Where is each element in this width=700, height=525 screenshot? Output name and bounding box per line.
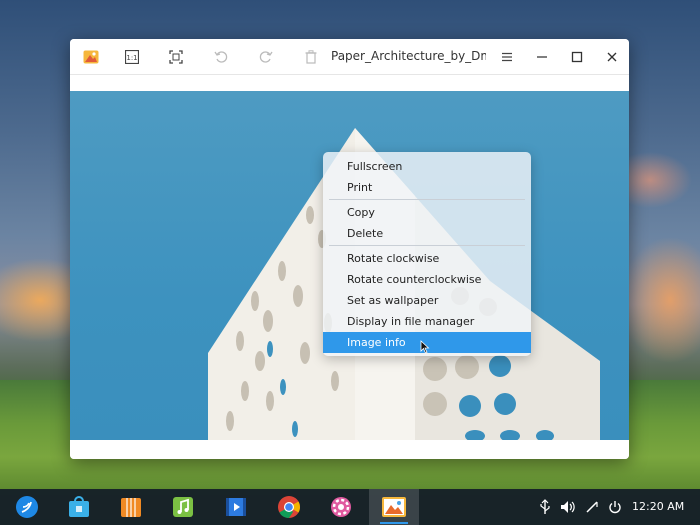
titlebar: 1:1 Paper_Architecture_by_Dmitri_I [70, 39, 629, 75]
canvas-bottom-margin [70, 440, 629, 459]
wifi-icon[interactable] [584, 499, 600, 515]
delete-icon[interactable] [301, 47, 321, 67]
launcher-icon[interactable] [14, 494, 40, 520]
taskbar-clock[interactable]: 12:20 AM [632, 500, 684, 513]
menu-separator [329, 245, 525, 246]
menu-item-display-in-file-manager[interactable]: Display in file manager [323, 311, 531, 332]
app-store-icon[interactable] [66, 494, 92, 520]
actual-size-icon[interactable]: 1:1 [122, 47, 142, 67]
chrome-icon[interactable] [276, 494, 302, 520]
image-viewer-app-icon [81, 47, 101, 67]
menu-item-copy[interactable]: Copy [323, 202, 531, 223]
settings-icon[interactable] [328, 494, 354, 520]
fit-window-icon[interactable] [166, 47, 186, 67]
menu-separator [329, 199, 525, 200]
rotate-cw-icon[interactable] [256, 47, 276, 67]
video-icon[interactable] [223, 494, 249, 520]
archive-icon[interactable] [118, 494, 144, 520]
menu-item-rotate-clockwise[interactable]: Rotate clockwise [323, 248, 531, 269]
window-title: Paper_Architecture_by_Dmitri_I [331, 49, 486, 63]
maximize-icon[interactable] [567, 47, 587, 67]
power-icon[interactable] [607, 499, 623, 515]
menu-item-rotate-counterclockwise[interactable]: Rotate counterclockwise [323, 269, 531, 290]
rotate-ccw-icon[interactable] [211, 47, 231, 67]
menu-item-print[interactable]: Print [323, 177, 531, 198]
menu-item-delete[interactable]: Delete [323, 223, 531, 244]
minimize-icon[interactable] [532, 47, 552, 67]
canvas-top-margin [70, 75, 629, 91]
image-viewer-icon[interactable] [381, 494, 407, 520]
menu-item-set-as-wallpaper[interactable]: Set as wallpaper [323, 290, 531, 311]
svg-text:1:1: 1:1 [126, 54, 137, 62]
taskbar-active-indicator [380, 522, 408, 524]
context-menu: Fullscreen Print Copy Delete Rotate cloc… [323, 152, 531, 356]
usb-icon[interactable] [537, 499, 553, 515]
mouse-cursor-icon [420, 339, 430, 354]
volume-icon[interactable] [560, 499, 576, 515]
close-icon[interactable] [602, 47, 622, 67]
music-icon[interactable] [170, 494, 196, 520]
menu-item-fullscreen[interactable]: Fullscreen [323, 156, 531, 177]
menu-icon[interactable] [497, 47, 517, 67]
